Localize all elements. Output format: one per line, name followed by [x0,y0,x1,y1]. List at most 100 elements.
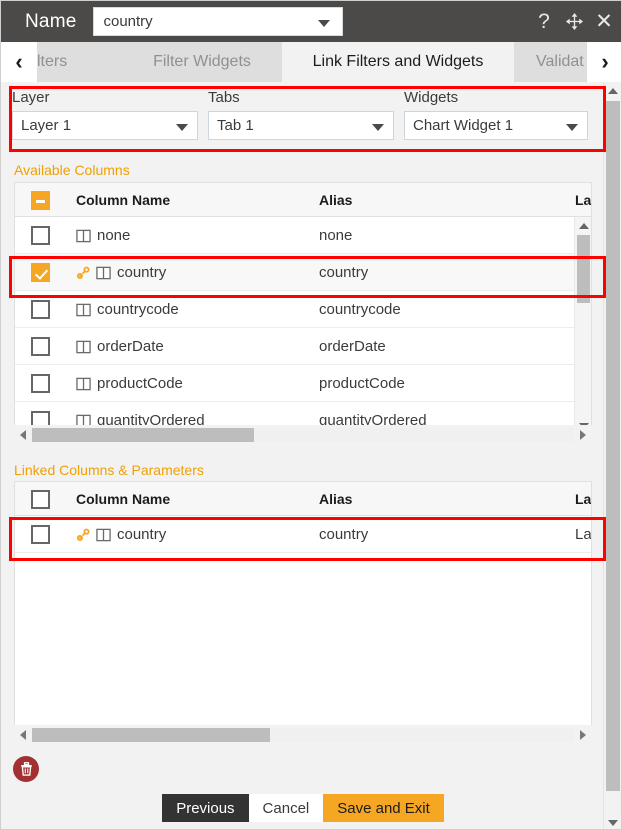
row-column-name: orderDate [76,328,306,365]
linked-table-header: Column Name Alias Lay [15,482,591,516]
scroll-right-arrow-icon[interactable] [574,425,592,445]
column-icon [76,340,91,354]
row-column-name-text: none [97,227,131,244]
linked-header-layer: Lay [575,491,592,507]
scrollbar-thumb[interactable] [32,728,270,742]
tab-link-filters-label: Link Filters and Widgets [312,53,484,70]
tabs-strip: lters Filter Widgets Link Filters and Wi… [37,42,587,82]
tab-validation-label: Validat [536,53,584,70]
scroll-up-arrow-icon[interactable] [575,219,591,233]
link-chain-icon [76,528,91,542]
row-column-name: countrycode [76,291,306,328]
available-header-column-name: Column Name [76,192,171,208]
column-icon [76,229,91,243]
name-dropdown-value: country [103,13,153,30]
column-icon [76,377,91,391]
scroll-down-arrow-icon[interactable] [604,814,621,829]
scrollbar-thumb[interactable] [32,428,254,442]
linked-table-horizontal-scrollbar[interactable] [14,725,592,745]
tab-link-filters-and-widgets[interactable]: Link Filters and Widgets [282,42,514,82]
row-alias: orderDate [319,338,386,355]
tab-prev-arrow[interactable]: ‹ [1,42,37,82]
available-table-vertical-scrollbar[interactable] [574,217,591,435]
delete-button[interactable] [13,756,39,782]
linked-header-alias: Alias [319,491,353,507]
close-x-icon[interactable]: ✕ [593,10,615,33]
row-alias: country [319,264,369,281]
footer-buttons: Previous Cancel Save and Exit [1,794,605,822]
question-mark-icon[interactable]: ? [533,10,555,33]
tabs-dropdown[interactable]: Tab 1 [208,111,394,140]
tabs-dropdown-value: Tab 1 [217,117,254,134]
row-checkbox[interactable] [31,217,59,254]
chevron-down-icon [176,123,188,131]
tab-bar: ‹ lters Filter Widgets Link Filters and … [1,42,621,82]
tab-filters[interactable]: lters [37,42,122,82]
cancel-button[interactable]: Cancel [248,794,324,822]
dialog-body: Layer Layer 1 Tabs Tab 1 Widgets Chart W… [1,82,605,829]
table-row[interactable]: countrycode countrycode L [15,291,591,328]
row-column-name-text: country [117,264,167,281]
row-checkbox[interactable] [31,516,59,553]
trash-icon [20,762,32,776]
layer-label: Layer [12,89,50,106]
checkbox-unchecked-icon [31,374,50,393]
name-dropdown[interactable]: country [93,7,344,36]
tab-validation[interactable]: Validat [514,42,587,82]
dialog-titlebar: Name country ? ✕ [1,1,621,42]
checkbox-unchecked-icon [31,337,50,356]
tabs-label: Tabs [208,89,240,106]
dialog-vertical-scrollbar[interactable] [603,82,621,829]
scrollbar-track[interactable] [32,728,574,742]
linked-select-all-checkbox[interactable] [31,482,59,516]
layer-dropdown-value: Layer 1 [21,117,72,134]
chevron-down-icon [372,123,384,131]
link-chain-icon [76,266,91,280]
row-checkbox[interactable] [31,365,59,402]
row-column-name-text: country [117,526,167,543]
table-row[interactable]: orderDate orderDate L [15,328,591,365]
widgets-label: Widgets [404,89,459,106]
tab-filters-label: lters [37,53,68,70]
column-icon [96,528,111,542]
row-checkbox[interactable] [31,254,59,291]
tab-next-arrow[interactable]: › [587,42,621,82]
scroll-up-arrow-icon[interactable] [604,82,621,99]
previous-button[interactable]: Previous [162,794,249,822]
scroll-right-arrow-icon[interactable] [574,725,592,745]
widgets-selector-group: Widgets Chart Widget 1 [404,89,588,140]
scroll-left-arrow-icon[interactable] [14,425,32,445]
table-row[interactable]: none none L [15,217,591,254]
chevron-down-icon [566,123,578,131]
name-label: Name [25,10,77,32]
row-column-name-text: orderDate [97,338,164,355]
row-checkbox[interactable] [31,328,59,365]
selector-row: Layer Layer 1 Tabs Tab 1 Widgets Chart W… [12,89,595,157]
checkbox-indeterminate-icon [31,190,50,210]
row-alias: country [319,526,369,543]
chevron-down-icon [318,19,331,27]
save-and-exit-button[interactable]: Save and Exit [323,794,444,822]
linked-columns-table: Column Name Alias Lay [14,481,592,727]
scrollbar-thumb[interactable] [577,235,590,303]
titlebar-icons: ? ✕ [533,1,615,42]
available-select-all-checkbox[interactable] [31,183,59,217]
tab-filter-widgets[interactable]: Filter Widgets [122,42,282,82]
row-column-name-text: productCode [97,375,183,392]
scrollbar-thumb[interactable] [606,101,620,791]
row-alias: countrycode [319,301,401,318]
layer-dropdown[interactable]: Layer 1 [12,111,198,140]
table-row[interactable]: country country L [15,254,591,291]
table-row[interactable]: productCode productCode L [15,365,591,402]
scrollbar-track[interactable] [32,428,574,442]
move-cross-icon[interactable] [563,11,585,33]
column-icon [96,266,111,280]
table-row[interactable]: country country Lay [15,516,591,553]
widgets-dropdown[interactable]: Chart Widget 1 [404,111,588,140]
checkbox-unchecked-icon [31,226,50,245]
row-column-name: country [76,516,306,553]
row-checkbox[interactable] [31,291,59,328]
scroll-left-arrow-icon[interactable] [14,725,32,745]
row-column-name: productCode [76,365,306,402]
available-table-horizontal-scrollbar[interactable] [14,425,592,445]
